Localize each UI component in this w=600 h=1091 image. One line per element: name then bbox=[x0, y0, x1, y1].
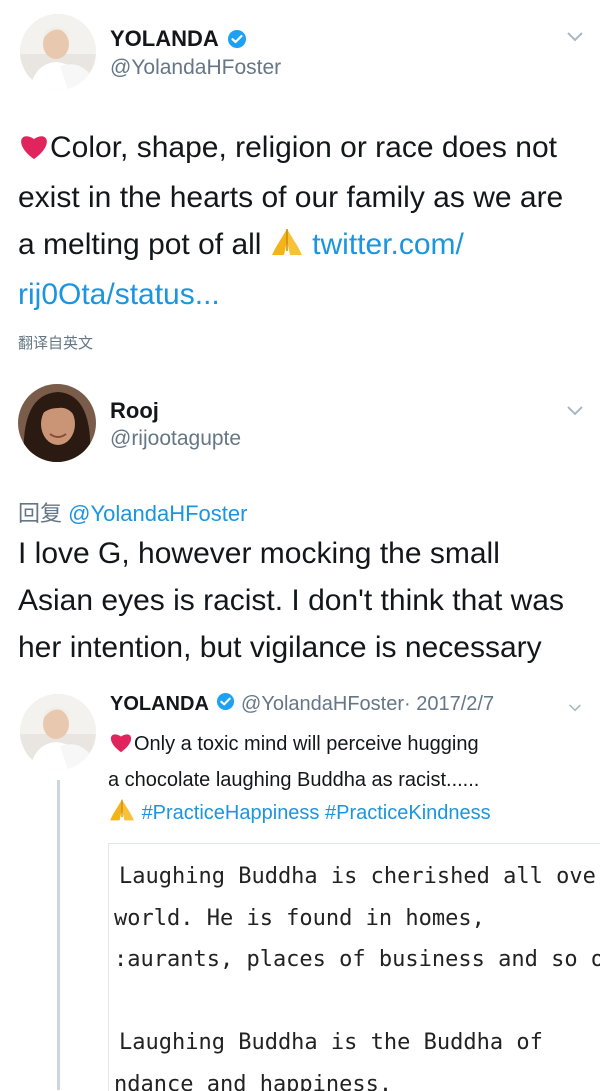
folded-hands-emoji-icon bbox=[108, 798, 136, 833]
quoted-text-line2: a chocolate laughing Buddha as racist...… bbox=[108, 764, 593, 797]
rooj-avatar[interactable] bbox=[18, 384, 96, 462]
tweet1-text: Color, shape, religion or race does not … bbox=[18, 124, 593, 318]
tweet1-text-line1: Color, shape, religion or race does not bbox=[50, 131, 557, 164]
image-text-line: Laughing Buddha is cherished all ove bbox=[109, 856, 600, 898]
translate-link[interactable]: 翻译自英文 bbox=[18, 332, 93, 353]
reply-to-handle[interactable]: @YolandaHFoster bbox=[68, 501, 247, 526]
reply-to-line: 回复 @YolandaHFoster bbox=[18, 496, 247, 528]
reply-text-line1: I love G, however mocking the small bbox=[18, 530, 593, 577]
quoted-avatar[interactable] bbox=[20, 694, 96, 770]
tweet1-text-line2: exist in the hearts of our family as we … bbox=[18, 174, 593, 221]
folded-hands-emoji-icon bbox=[270, 224, 304, 271]
heart-emoji-icon bbox=[108, 731, 134, 764]
quoted-image-text: Laughing Buddha is cherished all ove wor… bbox=[109, 856, 600, 1091]
tweet1-display-name[interactable]: YOLANDA bbox=[110, 26, 219, 51]
quoted-hashtags[interactable]: #PracticeHappiness #PracticeKindness bbox=[142, 802, 491, 824]
tweet1-handle[interactable]: @YolandaHFoster bbox=[110, 56, 281, 80]
quoted-text-line1: Only a toxic mind will perceive hugging bbox=[134, 733, 479, 755]
chevron-down-icon[interactable] bbox=[568, 700, 582, 718]
yolanda-avatar[interactable] bbox=[20, 14, 96, 90]
reply-text: I love G, however mocking the small Asia… bbox=[18, 530, 593, 671]
thread-line bbox=[57, 780, 60, 1090]
image-text-line: ndance and happiness. bbox=[109, 1064, 600, 1091]
reply-display-name[interactable]: Rooj bbox=[110, 398, 159, 424]
quoted-date[interactable]: · 2017/2/7 bbox=[404, 693, 494, 715]
tweet1-link[interactable]: twitter.com/ bbox=[312, 228, 464, 261]
reply-handle[interactable]: @rijootagupte bbox=[110, 427, 241, 451]
tweet1-name-row: YOLANDA bbox=[110, 26, 247, 52]
image-text-line bbox=[109, 981, 600, 1023]
quoted-display-name[interactable]: YOLANDA bbox=[110, 693, 209, 715]
quoted-header: YOLANDA @YolandaHFoster· 2017/2/7 bbox=[110, 692, 494, 718]
image-text-line: :aurants, places of business and so on bbox=[109, 939, 600, 981]
chevron-down-icon[interactable] bbox=[566, 30, 584, 48]
verified-badge-icon bbox=[227, 29, 247, 54]
reply-text-line2: Asian eyes is racist. I don't think that… bbox=[18, 577, 593, 624]
quoted-text: Only a toxic mind will perceive hugging … bbox=[108, 728, 593, 833]
chevron-down-icon[interactable] bbox=[566, 404, 584, 422]
image-text-line: world. He is found in homes, bbox=[109, 898, 600, 940]
image-text-line: Laughing Buddha is the Buddha of bbox=[109, 1022, 600, 1064]
reply-text-line3: her intention, but vigilance is necessar… bbox=[18, 624, 593, 671]
tweet1-link-cont[interactable]: rij0Ota/status... bbox=[18, 271, 593, 318]
reply-prefix: 回复 bbox=[18, 501, 62, 526]
heart-emoji-icon bbox=[18, 127, 50, 174]
quoted-image-card[interactable]: Laughing Buddha is cherished all ove wor… bbox=[108, 843, 600, 1091]
tweet1-text-line3: a melting pot of all bbox=[18, 228, 261, 261]
quoted-handle[interactable]: @YolandaHFoster bbox=[241, 693, 404, 715]
verified-badge-icon bbox=[216, 692, 235, 717]
